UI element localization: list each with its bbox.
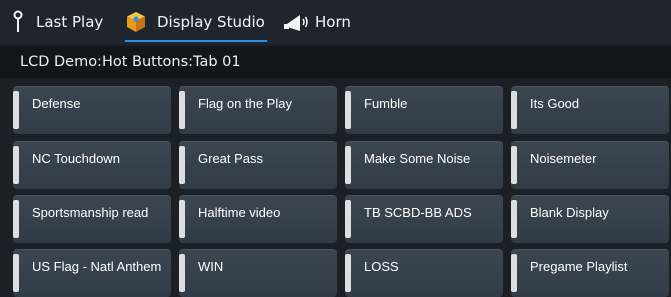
button-indicator <box>13 146 19 184</box>
hot-button-us-flag-natl-anthem[interactable]: US Flag - Natl Anthem <box>13 249 171 297</box>
cube-icon <box>125 11 147 33</box>
hot-button-its-good[interactable]: Its Good <box>511 86 669 134</box>
hot-button-halftime-video[interactable]: Halftime video <box>179 195 337 243</box>
button-indicator <box>511 254 517 292</box>
tab-label: Last Play <box>36 13 104 31</box>
hot-button-grid: Defense Flag on the Play Fumble Its Good… <box>13 86 671 297</box>
tab-display-studio[interactable]: Display Studio <box>125 0 267 44</box>
hot-button-flag-on-the-play[interactable]: Flag on the Play <box>179 86 337 134</box>
button-indicator <box>511 146 517 184</box>
tab-label: Display Studio <box>157 13 265 31</box>
hot-button-win[interactable]: WIN <box>179 249 337 297</box>
button-indicator <box>345 254 351 292</box>
hot-button-loss[interactable]: LOSS <box>345 249 503 297</box>
hot-button-fumble[interactable]: Fumble <box>345 86 503 134</box>
button-indicator <box>511 91 517 129</box>
button-indicator <box>179 91 185 129</box>
hot-button-noisemeter[interactable]: Noisemeter <box>511 141 669 189</box>
button-indicator <box>345 200 351 238</box>
button-label: Great Pass <box>198 151 264 166</box>
button-indicator <box>13 200 19 238</box>
button-label: Blank Display <box>530 205 609 220</box>
horn-icon <box>283 12 309 32</box>
button-indicator <box>179 146 185 184</box>
button-indicator <box>511 200 517 238</box>
breadcrumb-text: LCD Demo:Hot Buttons:Tab 01 <box>20 54 241 70</box>
button-label: LOSS <box>364 259 399 274</box>
button-label: NC Touchdown <box>32 151 120 166</box>
button-indicator <box>13 91 19 129</box>
tab-last-play[interactable]: Last Play <box>12 0 103 44</box>
button-label: Defense <box>32 96 81 111</box>
hot-button-blank-display[interactable]: Blank Display <box>511 195 669 243</box>
button-label: Make Some Noise <box>364 151 471 166</box>
button-indicator <box>179 254 185 292</box>
button-label: WIN <box>198 259 224 274</box>
button-indicator <box>179 200 185 238</box>
button-label: Its Good <box>530 96 580 111</box>
button-label: Noisemeter <box>530 151 597 166</box>
hot-button-pregame-playlist[interactable]: Pregame Playlist <box>511 249 669 297</box>
hot-button-defense[interactable]: Defense <box>13 86 171 134</box>
button-label: Sportsmanship read <box>32 205 149 220</box>
button-label: Fumble <box>364 96 408 111</box>
tab-bar: Last Play Display Studio Horn <box>0 0 671 44</box>
button-label: Halftime video <box>198 205 281 220</box>
hot-button-nc-touchdown[interactable]: NC Touchdown <box>13 141 171 189</box>
hot-button-sportsmanship-read[interactable]: Sportsmanship read <box>13 195 171 243</box>
tab-label: Horn <box>315 13 351 31</box>
button-indicator <box>345 146 351 184</box>
button-label: Pregame Playlist <box>530 259 628 274</box>
pin-icon <box>12 10 24 34</box>
tab-horn[interactable]: Horn <box>283 0 351 44</box>
breadcrumb: LCD Demo:Hot Buttons:Tab 01 <box>0 46 671 78</box>
hot-button-great-pass[interactable]: Great Pass <box>179 141 337 189</box>
button-indicator <box>345 91 351 129</box>
button-label: US Flag - Natl Anthem <box>32 259 162 274</box>
hot-button-make-some-noise[interactable]: Make Some Noise <box>345 141 503 189</box>
hot-button-tb-scbd-bb-ads[interactable]: TB SCBD-BB ADS <box>345 195 503 243</box>
button-label: TB SCBD-BB ADS <box>364 205 472 220</box>
button-label: Flag on the Play <box>198 96 292 111</box>
button-indicator <box>13 254 19 292</box>
